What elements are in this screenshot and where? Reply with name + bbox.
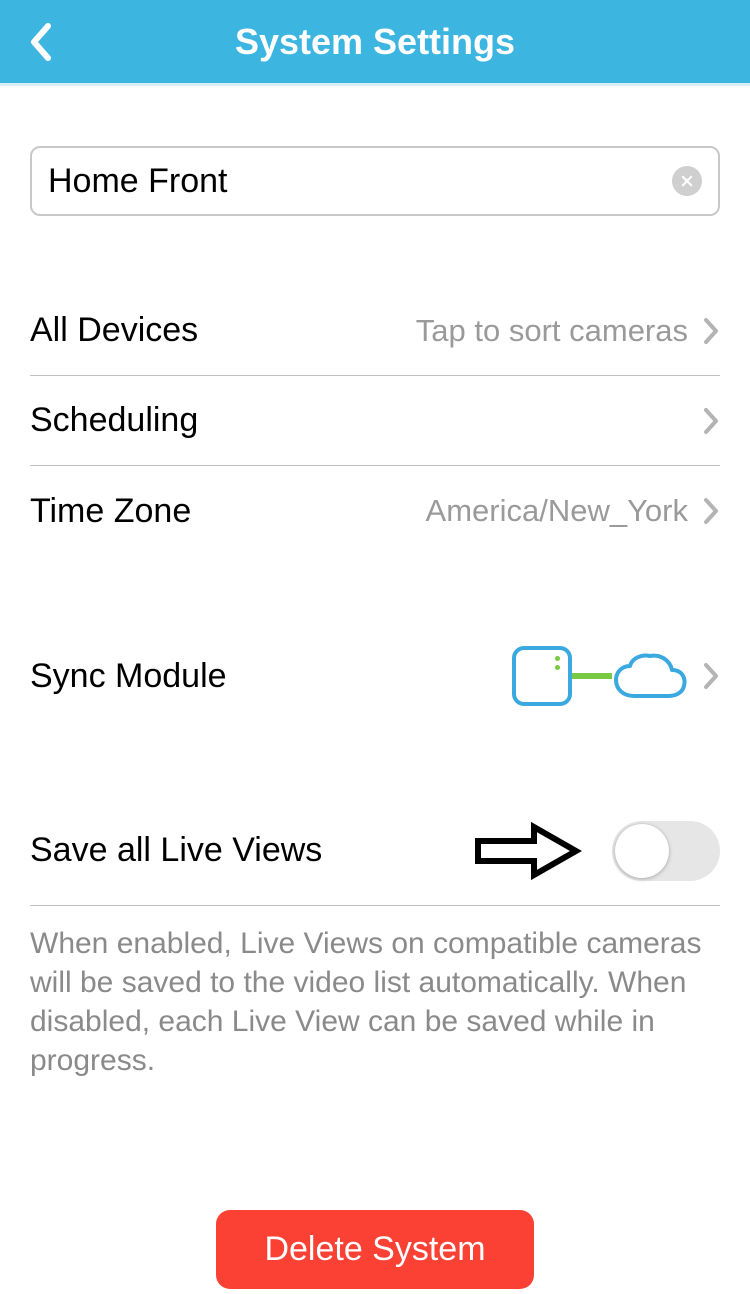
row-time-zone[interactable]: Time Zone America/New_York: [30, 466, 720, 556]
row-scheduling[interactable]: Scheduling: [30, 376, 720, 466]
row-label: Scheduling: [30, 401, 198, 440]
arrow-right-icon: [472, 821, 582, 881]
chevron-right-icon: [702, 317, 720, 345]
chevron-right-icon: [702, 497, 720, 525]
clear-text-button[interactable]: [672, 166, 702, 196]
back-button[interactable]: [18, 20, 62, 64]
chevron-right-icon: [702, 662, 720, 690]
row-all-devices[interactable]: All Devices Tap to sort cameras: [30, 286, 720, 376]
chevron-right-icon: [702, 407, 720, 435]
row-save-live-views: Save all Live Views: [30, 796, 720, 906]
close-icon: [680, 174, 694, 188]
row-label: All Devices: [30, 311, 198, 350]
cloud-icon: [612, 652, 688, 700]
row-sync-module[interactable]: Sync Module: [30, 616, 720, 736]
sync-module-status-icon: [512, 646, 688, 706]
page-title: System Settings: [235, 21, 515, 63]
row-label: Sync Module: [30, 657, 227, 696]
row-value: Tap to sort cameras: [416, 313, 688, 349]
row-label: Time Zone: [30, 492, 191, 531]
system-name-field[interactable]: [30, 146, 720, 216]
row-label: Save all Live Views: [30, 831, 322, 870]
header-bar: System Settings: [0, 0, 750, 86]
save-live-views-toggle[interactable]: [612, 821, 720, 881]
toggle-knob: [615, 824, 669, 878]
row-value: America/New_York: [426, 493, 688, 529]
delete-system-button[interactable]: Delete System: [216, 1210, 533, 1289]
save-live-views-help: When enabled, Live Views on compatible c…: [30, 924, 720, 1080]
system-name-input[interactable]: [48, 162, 672, 201]
chevron-left-icon: [28, 22, 52, 62]
